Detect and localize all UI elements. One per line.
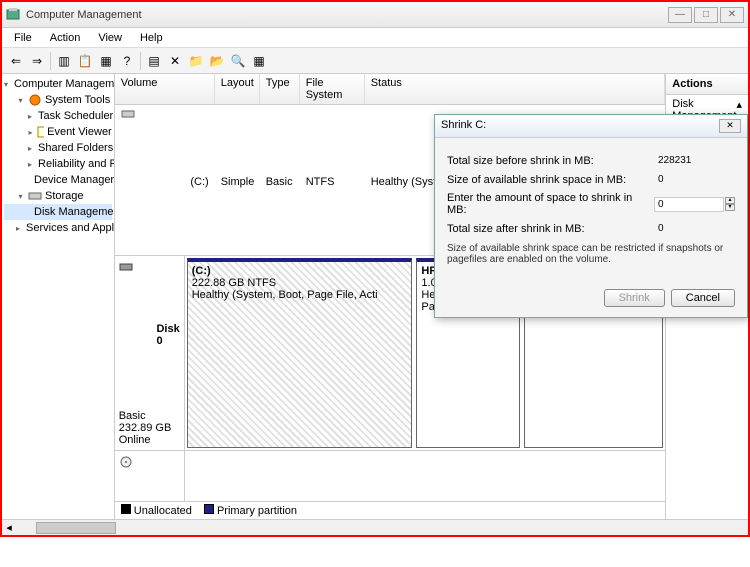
primary-swatch	[204, 504, 214, 514]
tree-disk-management[interactable]: Disk Management	[34, 206, 115, 218]
spin-down-button[interactable]: ▾	[725, 204, 735, 211]
action-button[interactable]: 📂	[207, 51, 227, 71]
col-status[interactable]: Status	[365, 74, 666, 104]
title-bar: Computer Management — □ ✕	[2, 2, 748, 28]
total-after-label: Total size after shrink in MB:	[447, 223, 655, 235]
back-button[interactable]: ⇐	[6, 51, 26, 71]
delete-button[interactable]: ✕	[165, 51, 185, 71]
partition-c[interactable]: (C:) 222.88 GB NTFS Healthy (System, Boo…	[187, 258, 413, 448]
window-title: Computer Management	[26, 9, 668, 21]
event-icon	[36, 125, 44, 139]
col-volume[interactable]: Volume	[115, 74, 215, 104]
dialog-close-button[interactable]: ✕	[719, 119, 741, 133]
tree-reliability[interactable]: Reliability and Performa	[38, 158, 115, 170]
help-button[interactable]: ?	[117, 51, 137, 71]
tree-device-manager[interactable]: Device Manager	[34, 174, 114, 186]
total-before-label: Total size before shrink in MB:	[447, 155, 655, 167]
storage-icon	[28, 189, 42, 203]
col-type[interactable]: Type	[260, 74, 300, 104]
menu-view[interactable]: View	[90, 30, 130, 46]
col-filesystem[interactable]: File System	[300, 74, 365, 104]
enter-amount-label: Enter the amount of space to shrink in M…	[447, 192, 654, 216]
cdrom-row[interactable]: CD-ROM 0 DVD (E:) No Media	[115, 451, 666, 501]
tree-system-tools[interactable]: System Tools	[45, 94, 110, 106]
app-icon	[6, 7, 22, 23]
dialog-note: Size of available shrink space can be re…	[447, 243, 735, 265]
disk-icon	[119, 260, 154, 410]
dialog-title: Shrink C:	[441, 119, 486, 133]
toolbar: ⇐ ⇒ ▥ 📋 ▦ ? ▤ ✕ 📁 📂 🔍 ▦	[2, 48, 748, 74]
shrink-dialog: Shrink C: ✕ Total size before shrink in …	[434, 114, 748, 318]
extra-button[interactable]: ▦	[249, 51, 269, 71]
tree-storage[interactable]: Storage	[45, 190, 84, 202]
cdrom-icon	[119, 455, 151, 501]
spin-up-button[interactable]: ▴	[725, 197, 735, 204]
maximize-button[interactable]: □	[694, 7, 718, 23]
forward-button[interactable]: ⇒	[27, 51, 47, 71]
tree-task-scheduler[interactable]: Task Scheduler	[38, 110, 113, 122]
properties-button[interactable]: 📋	[75, 51, 95, 71]
toolbar-divider	[50, 52, 51, 70]
tree-services[interactable]: Services and Applications	[26, 222, 115, 234]
total-after-value: 0	[655, 222, 735, 235]
refresh-button[interactable]: 📁	[186, 51, 206, 71]
menu-help[interactable]: Help	[132, 30, 171, 46]
total-before-value: 228231	[655, 154, 735, 167]
available-label: Size of available shrink space in MB:	[447, 174, 655, 186]
view-button[interactable]: 🔍	[228, 51, 248, 71]
minimize-button[interactable]: —	[668, 7, 692, 23]
up-button[interactable]: ▥	[54, 51, 74, 71]
actions-header: Actions	[666, 74, 748, 95]
shrink-amount-input[interactable]	[654, 197, 724, 212]
close-button[interactable]: ✕	[720, 7, 744, 23]
toolbar-divider	[140, 52, 141, 70]
unallocated-swatch	[121, 504, 131, 514]
volume-list-header: Volume Layout Type File System Status	[115, 74, 666, 105]
menu-file[interactable]: File	[6, 30, 40, 46]
menu-bar: File Action View Help	[2, 28, 748, 48]
shrink-button[interactable]: Shrink	[604, 289, 665, 307]
cancel-button[interactable]: Cancel	[671, 289, 735, 307]
legend: Unallocated Primary partition	[115, 501, 666, 519]
tools-icon	[28, 93, 42, 107]
col-layout[interactable]: Layout	[215, 74, 260, 104]
drive-icon	[121, 107, 188, 257]
menu-action[interactable]: Action	[42, 30, 89, 46]
available-value: 0	[655, 173, 735, 186]
nav-tree[interactable]: ▾Computer Management (Local ▾System Tool…	[2, 74, 115, 519]
tree-root[interactable]: Computer Management (Local	[14, 78, 115, 90]
tree-event-viewer[interactable]: Event Viewer	[47, 126, 112, 138]
settings-button[interactable]: ▤	[144, 51, 164, 71]
show-hide-button[interactable]: ▦	[96, 51, 116, 71]
tree-shared-folders[interactable]: Shared Folders	[38, 142, 113, 154]
